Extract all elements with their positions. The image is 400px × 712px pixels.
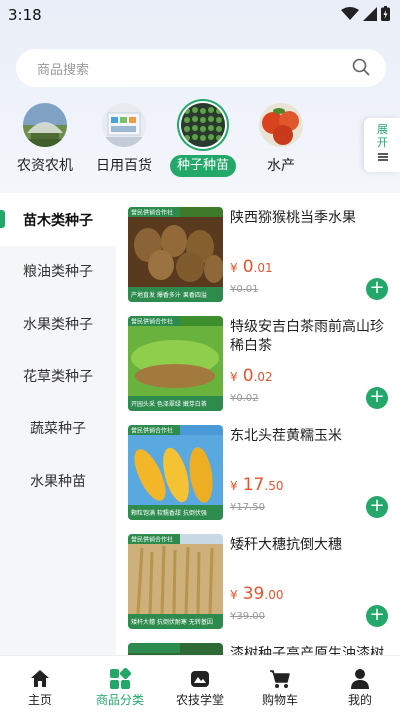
sidebar-item-label: 蔬菜种子 [30, 420, 86, 437]
school-icon [191, 671, 209, 687]
fruit-photo [259, 103, 303, 147]
product-image: 誉民供销合作社 矮秆大穗 抗倒伏耐寒 无转基因 [128, 534, 223, 629]
product-price: ¥ 0.02 [230, 366, 273, 386]
product-title: 矮秆大穗抗倒大穗 [230, 537, 342, 553]
product-list: 誉民供销合作社 产地直发 爆香多汁 果香四溢 陕西猕猴桃当季水果 ¥ 0.01 … [116, 193, 400, 655]
menu-lines-icon [378, 153, 388, 161]
product-title: 陕西猕猴桃当季水果 [230, 210, 356, 226]
product-title: 特级安吉白茶雨前高山珍稀白茶 [230, 319, 384, 354]
sidebar-item-seedling-seeds[interactable]: 苗木类种子 [0, 193, 116, 246]
status-icons [341, 6, 390, 21]
cart-icon [270, 670, 290, 688]
product-original-price: ¥39.00 [230, 611, 265, 622]
product-tags: 开园头采 色泽翠绿 嫩芽白茶 [131, 400, 207, 408]
category-label: 农资农机 [17, 158, 73, 174]
add-to-cart-button[interactable]: + [366, 605, 388, 627]
product-badge: 誉民供销合作社 [131, 318, 173, 326]
user-icon [351, 669, 369, 689]
product-price: ¥ 17.50 [230, 475, 284, 495]
product-price: ¥ 0.01 [230, 257, 273, 277]
battery-icon [381, 6, 390, 21]
product-image: 誉民供销合作社 开园头采 色泽翠绿 嫩芽白茶 [128, 316, 223, 411]
sidebar-item-fruit-saplings[interactable]: 水果种苗 [0, 454, 116, 507]
category-item-aquatic[interactable]: 水产 [241, 103, 321, 177]
sidebar-item-label: 水果种苗 [30, 473, 86, 490]
tab-farm-school[interactable]: 农技学堂 [160, 656, 240, 712]
category-item-farm-machinery[interactable]: 农资农机 [5, 103, 85, 177]
product-badge: 誉民供销合作社 [131, 209, 173, 217]
sidebar-item-grain-oil-seeds[interactable]: 粮油类种子 [0, 244, 116, 297]
product-image: 誉民供销合作社 产地直发 爆香多汁 果香四溢 [128, 207, 223, 302]
tab-cart[interactable]: 购物车 [240, 656, 320, 712]
sidebar-item-fruit-seeds[interactable]: 水果类种子 [0, 297, 116, 350]
product-image: 誉民供销合作社 颗粒饱满 软糯香甜 抗倒伏强 [128, 425, 223, 520]
tab-label: 农技学堂 [175, 693, 224, 707]
add-to-cart-button[interactable]: + [366, 387, 388, 409]
tab-profile[interactable]: 我的 [320, 656, 400, 712]
tab-label: 商品分类 [95, 693, 144, 707]
subcategory-sidebar: 苗木类种子 粮油类种子 水果类种子 花草类种子 蔬菜种子 水果种苗 [0, 193, 116, 655]
home-icon [31, 670, 49, 687]
sidebar-item-label: 粮油类种子 [23, 263, 93, 280]
category-label: 种子种苗 [169, 155, 236, 177]
product-card[interactable]: 誉民供销合作社 矮秆大穗 抗倒伏耐寒 无转基因 矮秆大穗抗倒大穗 ¥ 39.00… [128, 534, 400, 634]
seedling-tray-photo [181, 103, 225, 147]
product-title: 漆树种子高产原生油漆树 [230, 646, 384, 655]
tab-label: 购物车 [261, 693, 298, 707]
product-tags: 矮秆大穗 抗倒伏耐寒 无转基因 [131, 618, 213, 626]
category-strip: 农资农机 日用百货 种子种苗 水产 [0, 103, 400, 183]
add-to-cart-button[interactable]: + [366, 278, 388, 300]
product-badge: 誉民供销合作社 [131, 536, 173, 544]
product-card[interactable]: 漆树种子高产原生油漆树 [128, 643, 400, 655]
bottom-tab-bar: 主页 商品分类 农技学堂 购物车 我的 [0, 655, 400, 712]
tab-categories[interactable]: 商品分类 [80, 656, 160, 712]
sidebar-item-label: 花草类种子 [23, 368, 93, 385]
product-original-price: ¥0.02 [230, 393, 259, 404]
status-bar: 3:18 [0, 0, 400, 30]
active-indicator [0, 210, 5, 228]
product-card[interactable]: 誉民供销合作社 开园头采 色泽翠绿 嫩芽白茶 特级安吉白茶雨前高山珍稀白茶 ¥ … [128, 316, 400, 416]
product-tags: 颗粒饱满 软糯香甜 抗倒伏强 [131, 509, 207, 517]
sidebar-item-label: 苗木类种子 [23, 212, 93, 229]
product-original-price: ¥17.50 [230, 502, 265, 513]
wifi-icon [341, 6, 359, 20]
store-photo [102, 103, 146, 147]
status-time: 3:18 [8, 6, 42, 24]
category-grid-icon [110, 668, 131, 689]
product-badge: 誉民供销合作社 [131, 427, 173, 435]
expand-categories-button[interactable]: 展开 [364, 118, 400, 172]
expand-label: 展开 [377, 123, 388, 149]
category-item-daily-goods[interactable]: 日用百货 [84, 103, 164, 177]
product-original-price: ¥0.01 [230, 284, 259, 295]
signal-icon [363, 6, 377, 21]
product-image [128, 643, 223, 655]
search-icon[interactable] [352, 58, 370, 76]
sidebar-item-vegetable-seeds[interactable]: 蔬菜种子 [0, 401, 116, 454]
tab-label: 主页 [27, 693, 52, 707]
search-input[interactable]: 商品搜索 [37, 59, 89, 78]
product-tags: 产地直发 爆香多汁 果香四溢 [131, 291, 207, 299]
tab-home[interactable]: 主页 [0, 656, 80, 712]
tab-label: 我的 [347, 693, 372, 707]
sidebar-item-flower-seeds[interactable]: 花草类种子 [0, 349, 116, 402]
category-item-seeds[interactable]: 种子种苗 [163, 103, 243, 177]
search-bar[interactable]: 商品搜索 [16, 49, 386, 87]
product-title: 东北头茬黄糯玉米 [230, 428, 342, 444]
add-to-cart-button[interactable]: + [366, 496, 388, 518]
category-label: 水产 [267, 158, 295, 174]
product-card[interactable]: 誉民供销合作社 产地直发 爆香多汁 果香四溢 陕西猕猴桃当季水果 ¥ 0.01 … [128, 207, 400, 307]
greenhouse-photo [23, 103, 67, 147]
product-price: ¥ 39.00 [230, 584, 284, 604]
category-label: 日用百货 [96, 158, 152, 174]
product-card[interactable]: 誉民供销合作社 颗粒饱满 软糯香甜 抗倒伏强 东北头茬黄糯玉米 ¥ 17.50 … [128, 425, 400, 525]
sidebar-item-label: 水果类种子 [23, 316, 93, 333]
